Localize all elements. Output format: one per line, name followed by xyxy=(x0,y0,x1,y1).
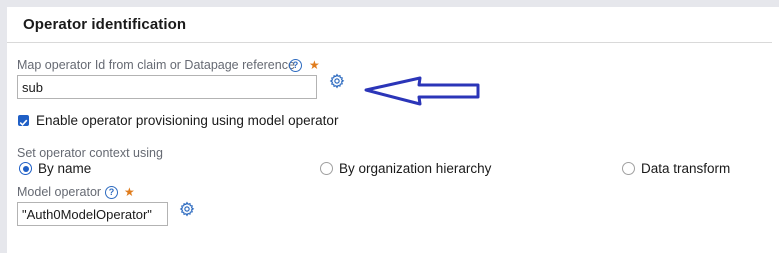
provisioning-label: Enable operator provisioning using model… xyxy=(36,113,339,128)
annotation-arrow xyxy=(364,76,480,106)
section-title: Operator identification xyxy=(23,16,187,33)
help-circle-icon[interactable]: ? xyxy=(289,59,302,72)
radio-by-name[interactable] xyxy=(19,162,32,175)
help-circle-icon[interactable]: ? xyxy=(105,186,118,199)
top-border xyxy=(0,0,779,7)
section-header: Operator identification xyxy=(7,7,772,43)
map-operator-label: Map operator Id from claim or Datapage r… xyxy=(17,58,295,72)
provisioning-checkbox[interactable] xyxy=(18,115,29,127)
required-star-icon: ★ xyxy=(309,58,320,72)
radio-label-by-organization-hierarchy: By organization hierarchy xyxy=(339,161,492,176)
checkmark-icon xyxy=(19,119,28,127)
model-operator-label: Model operator xyxy=(17,185,102,199)
radio-by-organization-hierarchy[interactable] xyxy=(320,162,333,175)
radio-label-by-name: By name xyxy=(38,161,92,176)
context-label: Set operator context using xyxy=(17,146,163,160)
map-operator-input[interactable] xyxy=(17,75,317,99)
model-operator-input[interactable] xyxy=(17,202,168,226)
required-star-icon: ★ xyxy=(124,185,135,199)
radio-label-data-transform: Data transform xyxy=(641,161,731,176)
gear-icon[interactable] xyxy=(179,201,195,217)
gear-icon[interactable] xyxy=(329,73,345,89)
radio-data-transform[interactable] xyxy=(622,162,635,175)
left-border xyxy=(0,0,7,253)
